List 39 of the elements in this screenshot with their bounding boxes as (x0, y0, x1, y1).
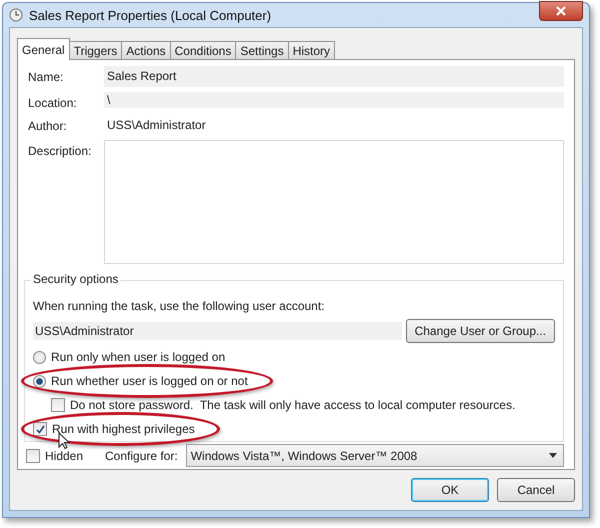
option-label: Run with highest privileges (52, 422, 195, 436)
tab[interactable]: Actions (121, 41, 171, 60)
radio-button[interactable] (33, 374, 46, 388)
option-label: Do not store password. The task will only have access to local computer resources. (70, 398, 516, 412)
tab[interactable]: Settings (235, 41, 289, 60)
window-title: Sales Report Properties (Local Computer) (29, 8, 272, 22)
checkbox[interactable] (51, 398, 65, 412)
option-label: Run whether user is logged on or not (51, 374, 248, 388)
configure-dropdown[interactable]: Windows Vista™, Windows Server™ 2008 (186, 444, 564, 467)
field-label: Location: (27, 95, 78, 110)
field-label: Author: (27, 118, 68, 133)
configure-label: Configure for: (105, 448, 178, 462)
account-field[interactable]: USS\Administrator (33, 322, 402, 340)
ok-button[interactable]: OK (411, 478, 489, 502)
description-field[interactable] (104, 140, 564, 264)
dropdown-arrow-icon (549, 453, 557, 458)
tab[interactable]: History (288, 41, 336, 60)
clock-icon (9, 8, 23, 22)
text-field[interactable]: \ (104, 92, 564, 108)
mouse-cursor-icon (58, 432, 70, 450)
field-label: Name: (27, 69, 64, 84)
tab[interactable]: Triggers (68, 41, 122, 60)
account-prompt: When running the task, use the following user account: (33, 299, 326, 313)
group-title: Security options (31, 272, 120, 286)
check-mark-icon (36, 424, 44, 434)
tab[interactable]: General (17, 38, 70, 60)
change-user-button[interactable]: Change User or Group... (406, 319, 555, 343)
checkbox[interactable] (26, 448, 40, 462)
text-field[interactable]: Sales Report (104, 66, 564, 87)
checkbox[interactable] (33, 422, 47, 436)
radio-button[interactable] (33, 350, 46, 364)
checkbox-label: Hidden (45, 448, 84, 462)
field-label: Description: (27, 143, 92, 158)
close-icon (556, 6, 566, 16)
close-button[interactable] (539, 1, 583, 21)
option-label: Run only when user is logged on (51, 350, 226, 364)
field-value: USS\Administrator (106, 117, 207, 134)
tab[interactable]: Conditions (170, 41, 236, 60)
cancel-button[interactable]: Cancel (497, 478, 575, 502)
